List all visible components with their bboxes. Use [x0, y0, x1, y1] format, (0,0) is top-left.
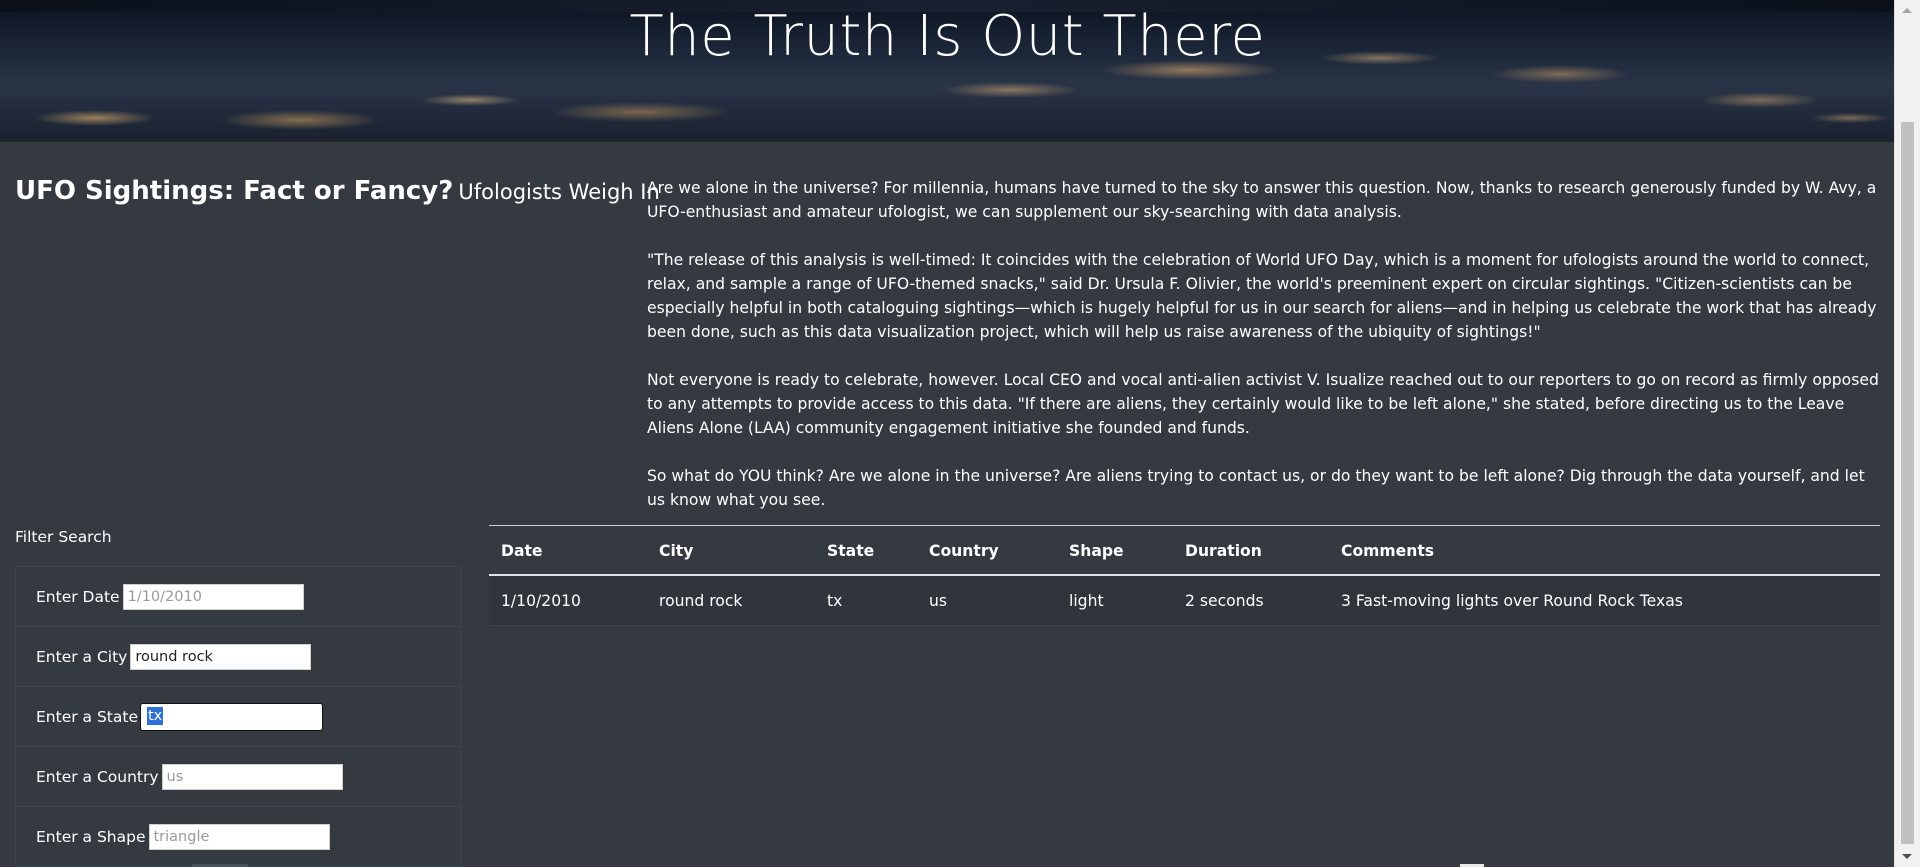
- page: The Truth Is Out There UFO Sightings: Fa…: [0, 0, 1920, 867]
- table-row: 1/10/2010 round rock tx us light 2 secon…: [489, 575, 1880, 626]
- scroll-up-arrow-icon[interactable]: [1902, 8, 1912, 13]
- filter-row-country: Enter a Country: [16, 747, 460, 807]
- filter-row-city: Enter a City: [16, 627, 460, 687]
- scroll-thumb[interactable]: [1901, 122, 1914, 844]
- filter-row-state: Enter a State tx: [16, 687, 460, 747]
- shape-label: Enter a Shape: [36, 827, 146, 846]
- hero-banner: The Truth Is Out There: [0, 0, 1895, 142]
- cell-shape: light: [1057, 575, 1173, 626]
- country-label: Enter a Country: [36, 767, 159, 786]
- ufo-table-container: Date City State Country Shape Duration C…: [489, 525, 1880, 626]
- cell-duration: 2 seconds: [1173, 575, 1329, 626]
- header-date: Date: [489, 525, 647, 576]
- state-input[interactable]: [140, 703, 322, 730]
- cell-comments: 3 Fast-moving lights over Round Rock Tex…: [1329, 575, 1880, 626]
- state-label: Enter a State: [36, 707, 138, 726]
- headline-sub: Ufologists Weigh In: [458, 180, 660, 204]
- header-country: Country: [917, 525, 1057, 576]
- country-input[interactable]: [161, 763, 343, 790]
- date-input[interactable]: [122, 583, 304, 610]
- article-paragraph: Are we alone in the universe? For millen…: [647, 179, 1877, 221]
- page-headline: UFO Sightings: Fact or Fancy? Ufologists…: [15, 176, 660, 206]
- header-comments: Comments: [1329, 525, 1880, 576]
- cell-city: round rock: [647, 575, 815, 626]
- header-shape: Shape: [1057, 525, 1173, 576]
- article-body: Are we alone in the universe? For millen…: [647, 176, 1879, 536]
- city-label: Enter a City: [36, 647, 128, 666]
- header-city: City: [647, 525, 815, 576]
- filter-row-shape: Enter a Shape: [16, 807, 460, 867]
- header-duration: Duration: [1173, 525, 1329, 576]
- filter-search-title: Filter Search: [15, 528, 112, 546]
- shape-input[interactable]: [148, 823, 330, 850]
- date-label: Enter Date: [36, 587, 120, 606]
- article-paragraph: Not everyone is ready to celebrate, howe…: [647, 371, 1879, 437]
- ufo-table: Date City State Country Shape Duration C…: [489, 525, 1880, 626]
- table-header-row: Date City State Country Shape Duration C…: [489, 525, 1880, 576]
- filter-row-date: Enter Date: [16, 567, 460, 627]
- article-paragraph: So what do YOU think? Are we alone in th…: [647, 467, 1865, 509]
- article-paragraph: "The release of this analysis is well-ti…: [647, 251, 1877, 341]
- hero-title: The Truth Is Out There: [629, 4, 1266, 69]
- scroll-down-arrow-icon[interactable]: [1902, 854, 1912, 859]
- cell-country: us: [917, 575, 1057, 626]
- headline-main: UFO Sightings: Fact or Fancy?: [15, 176, 454, 206]
- header-state: State: [815, 525, 917, 576]
- city-input[interactable]: [130, 643, 312, 670]
- filter-panel: Enter Date Enter a City Enter a State tx…: [15, 566, 461, 867]
- cell-state: tx: [815, 575, 917, 626]
- page-scrollbar[interactable]: [1894, 0, 1920, 867]
- cell-date: 1/10/2010: [489, 575, 647, 626]
